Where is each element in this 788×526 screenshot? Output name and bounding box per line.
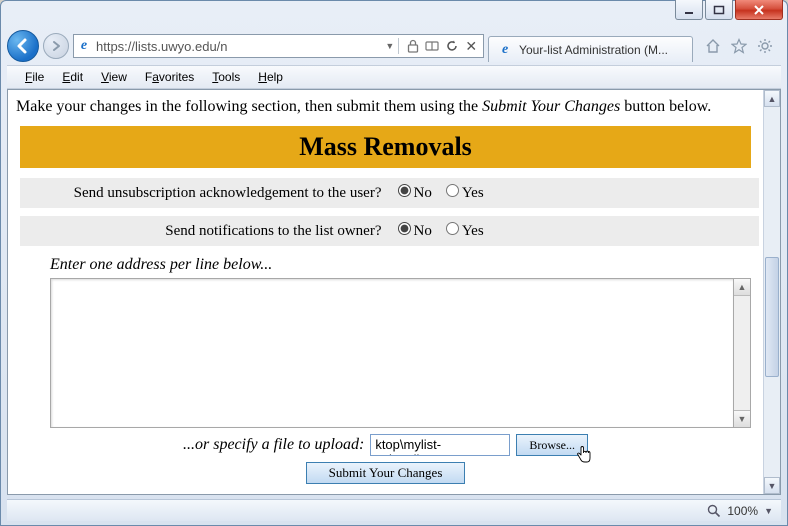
option-ack-value-cell: No Yes [390, 178, 760, 212]
back-button[interactable] [7, 30, 39, 62]
textarea-scrollbar[interactable]: ▲ ▼ [734, 278, 751, 428]
textarea-scroll-down-icon[interactable]: ▼ [734, 410, 750, 427]
intro-emphasis: Submit Your Changes [482, 98, 620, 115]
compat-view-icon[interactable] [425, 40, 439, 52]
upload-filename-field[interactable]: ktop\mylist-subscribers.txt [370, 434, 510, 456]
browse-button-label: Browse... [529, 438, 575, 452]
radio-notify-no[interactable]: No [398, 222, 432, 240]
address-bar-icons: ✕ [403, 38, 481, 55]
lock-icon [407, 39, 419, 53]
submit-button[interactable]: Submit Your Changes [306, 462, 466, 484]
menu-file[interactable]: File [17, 68, 52, 86]
textarea-scroll-track[interactable] [734, 296, 750, 410]
address-entry-label: Enter one address per line below... [50, 256, 751, 274]
tools-gear-icon[interactable] [757, 38, 773, 54]
close-button[interactable] [735, 0, 783, 20]
upload-label: ...or specify a file to upload: [183, 436, 364, 454]
tab-favicon-icon: e [497, 42, 513, 58]
options-table: Send unsubscription acknowledgement to t… [20, 178, 759, 246]
page-scroll-down-icon[interactable]: ▼ [764, 477, 780, 494]
forward-button[interactable] [43, 33, 69, 59]
content-viewport: Make your changes in the following secti… [7, 89, 781, 495]
refresh-icon[interactable] [445, 39, 459, 53]
menu-tools[interactable]: Tools [204, 68, 248, 86]
url-text: https://lists.uwyo.edu/n [96, 39, 381, 54]
radio-notify-yes[interactable]: Yes [446, 222, 484, 240]
option-notify-label: Send notifications to the list owner? [20, 212, 390, 246]
page-scroll-track[interactable] [764, 107, 780, 477]
option-notify-value-cell: No Yes [390, 212, 760, 246]
intro-suffix: button below. [620, 98, 711, 115]
radio-notify-no-input[interactable] [398, 222, 411, 235]
option-row-ack: Send unsubscription acknowledgement to t… [20, 178, 759, 212]
intro-text: Make your changes in the following secti… [16, 98, 755, 116]
radio-ack-no[interactable]: No [398, 184, 432, 202]
page-content: Make your changes in the following secti… [8, 90, 763, 494]
address-textarea[interactable] [50, 278, 734, 428]
navigation-bar: e https://lists.uwyo.edu/n ▼ ✕ e Your-li… [7, 29, 781, 63]
upload-row: ...or specify a file to upload: ktop\myl… [16, 434, 755, 456]
minimize-button[interactable] [675, 0, 703, 20]
page-scroll-thumb[interactable] [765, 257, 779, 377]
maximize-button[interactable] [705, 0, 733, 20]
menu-favorites[interactable]: Favorites [137, 68, 202, 86]
toolbar-icons [697, 38, 781, 54]
radio-ack-yes[interactable]: Yes [446, 184, 484, 202]
submit-row: Submit Your Changes [16, 462, 755, 484]
address-bar[interactable]: e https://lists.uwyo.edu/n ▼ ✕ [73, 34, 484, 58]
radio-ack-yes-input[interactable] [446, 184, 459, 197]
browser-tab[interactable]: e Your-list Administration (M... [488, 36, 693, 62]
status-bar: 100% ▼ [7, 499, 781, 521]
browser-window: e https://lists.uwyo.edu/n ▼ ✕ e Your-li… [0, 0, 788, 526]
home-icon[interactable] [705, 38, 721, 54]
menu-bar: File Edit View Favorites Tools Help [7, 65, 781, 89]
window-titlebar [1, 1, 787, 29]
zoom-icon[interactable] [707, 504, 721, 518]
dropdown-icon[interactable]: ▼ [385, 41, 394, 51]
tab-title: Your-list Administration (M... [519, 43, 668, 57]
page-scroll-up-icon[interactable]: ▲ [764, 90, 780, 107]
address-textarea-wrap: ▲ ▼ [50, 278, 751, 428]
cursor-hand-icon [575, 445, 593, 465]
intro-prefix: Make your changes in the following secti… [16, 98, 482, 115]
option-ack-label: Send unsubscription acknowledgement to t… [20, 178, 390, 212]
menu-help[interactable]: Help [250, 68, 291, 86]
option-row-notify: Send notifications to the list owner? No… [20, 212, 759, 246]
zoom-level: 100% [727, 504, 758, 518]
favorites-star-icon[interactable] [731, 38, 747, 54]
zoom-dropdown-icon[interactable]: ▼ [764, 506, 773, 516]
radio-ack-no-input[interactable] [398, 184, 411, 197]
menu-edit[interactable]: Edit [54, 68, 91, 86]
window-controls [675, 0, 783, 20]
separator [398, 38, 399, 54]
ie-logo-icon: e [76, 38, 92, 54]
stop-icon[interactable]: ✕ [465, 38, 477, 55]
page-scrollbar[interactable]: ▲ ▼ [763, 90, 780, 494]
browse-button[interactable]: Browse... [516, 434, 588, 456]
section-heading: Mass Removals [20, 126, 751, 168]
radio-notify-yes-input[interactable] [446, 222, 459, 235]
textarea-scroll-up-icon[interactable]: ▲ [734, 279, 750, 296]
menu-view[interactable]: View [93, 68, 135, 86]
